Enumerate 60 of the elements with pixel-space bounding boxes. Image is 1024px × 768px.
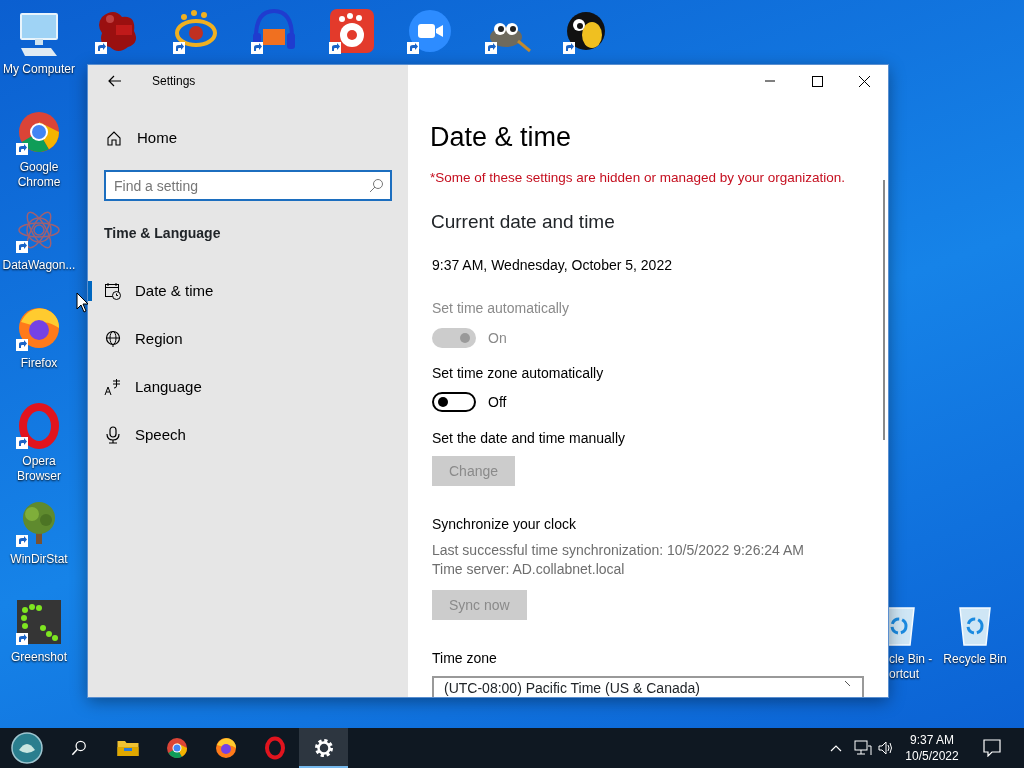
nav-item[interactable]: Region [88, 315, 392, 363]
start-orb-icon [11, 732, 43, 764]
search-icon [369, 178, 383, 193]
microphone-icon [104, 426, 122, 444]
ring-icon [262, 736, 287, 760]
setting-label: Time zone [432, 649, 498, 668]
scrollbar[interactable] [883, 180, 885, 440]
setting-label: Synchronize your clock [432, 515, 577, 534]
clock[interactable]: 9:37 AM 10/5/2022 [900, 732, 964, 764]
window-title: Settings [152, 73, 196, 90]
volume-icon[interactable] [878, 740, 894, 756]
setting-label: Set time automatically [432, 299, 570, 318]
sync-info: Time server: AD.collabnet.local [432, 560, 626, 579]
clock-date: 10/5/2022 [904, 748, 960, 764]
nav-item[interactable]: Speech [88, 411, 392, 459]
cursor-icon [76, 292, 90, 314]
icon-label[interactable]: Opera Browser [0, 454, 78, 484]
notification-icon[interactable] [983, 739, 1001, 757]
policy-notice: *Some of these settings are hidden or managed by your organization. [430, 169, 846, 187]
current-date-time: 9:37 AM, Wednesday, October 5, 2022 [432, 256, 673, 275]
calendar-icon [104, 282, 122, 300]
network-icon[interactable] [854, 740, 872, 756]
home-icon [106, 130, 122, 146]
close-icon [858, 74, 871, 88]
section-title: Time & Language [104, 224, 222, 243]
icon-label[interactable]: DataWagon... [2, 258, 76, 273]
search-field[interactable]: Find a setting [104, 170, 392, 201]
setting-label: Set time zone automatically [432, 364, 605, 383]
home-link[interactable]: Home [88, 118, 392, 158]
nav-item[interactable]: Date & time [88, 267, 392, 315]
section-heading: Current date and time [431, 210, 616, 234]
eye-icon[interactable] [172, 7, 220, 55]
maximize-icon [811, 74, 824, 88]
fox-icon [213, 736, 238, 760]
chevron-up-icon[interactable] [830, 743, 842, 753]
nav-item[interactable]: Language [88, 363, 392, 411]
icon-label[interactable]: Google Chrome [0, 160, 78, 190]
icon-label[interactable]: cle Bin - ortcut [889, 652, 935, 682]
headphones-icon[interactable] [250, 7, 298, 55]
page-heading: Date & time [430, 121, 573, 154]
clock-time: 9:37 AM [909, 732, 955, 748]
dots-icon[interactable] [15, 598, 63, 646]
icon-label[interactable]: WinDirStat [10, 552, 68, 567]
setting-label: Set the date and time manually [432, 429, 626, 448]
icon-label[interactable]: Firefox [20, 356, 58, 371]
icon-label[interactable]: Greenshot [10, 650, 67, 665]
taskbar-button[interactable] [299, 728, 348, 768]
icon-label[interactable]: My Computer [3, 62, 75, 77]
paw-icon[interactable] [328, 7, 376, 55]
language-icon [104, 378, 122, 396]
timezone-dropdown[interactable]: (UTC-08:00) Pacific Time (US & Canada) [432, 676, 864, 697]
toggle-state: On [488, 329, 507, 348]
toggle-state: Off [488, 393, 507, 412]
camera-icon[interactable] [406, 7, 454, 55]
back-arrow-icon [106, 74, 122, 88]
toggle-switch[interactable] [432, 392, 476, 412]
icon-label[interactable]: Recycle Bin [943, 652, 1007, 667]
circle-logo-icon [164, 736, 189, 760]
globe-icon [104, 330, 122, 348]
sync-info: Last successful time synchronization: 10/5/2022 9:26:24 AM [432, 541, 805, 560]
